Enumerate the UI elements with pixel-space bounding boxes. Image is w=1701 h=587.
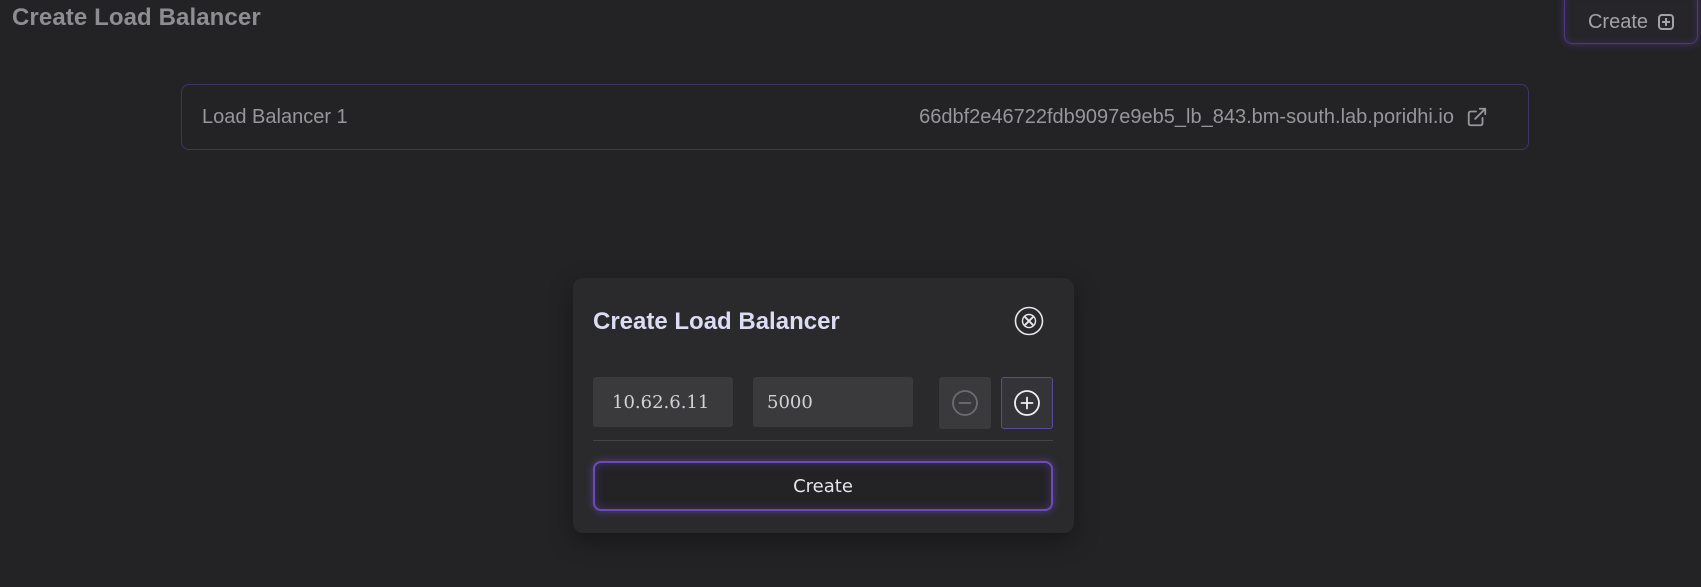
plus-circle-icon bbox=[1014, 390, 1040, 416]
external-link-icon bbox=[1467, 107, 1487, 127]
header-create-label: Create bbox=[1587, 10, 1649, 33]
header-create-button[interactable]: Create bbox=[1564, 0, 1698, 44]
modal-divider bbox=[593, 440, 1053, 441]
load-balancer-url-link[interactable]: 66dbf2e46722fdb9097e9eb5_lb_843.bm-south… bbox=[919, 106, 1508, 129]
load-balancer-item: Load Balancer 1 66dbf2e46722fdb9097e9eb5… bbox=[181, 84, 1529, 150]
load-balancer-name: Load Balancer 1 bbox=[202, 105, 348, 128]
ip-address-input[interactable] bbox=[593, 377, 733, 427]
close-circle-icon bbox=[1014, 306, 1044, 336]
create-load-balancer-modal: Create Load Balancer Create bbox=[573, 278, 1074, 533]
close-button[interactable] bbox=[1014, 306, 1044, 336]
minus-circle-icon bbox=[952, 390, 978, 416]
modal-title: Create Load Balancer bbox=[593, 308, 840, 335]
plus-square-icon bbox=[1658, 14, 1675, 30]
add-target-button[interactable] bbox=[1001, 377, 1053, 429]
page-title: Create Load Balancer bbox=[12, 4, 261, 31]
remove-target-button[interactable] bbox=[939, 377, 991, 429]
port-input[interactable] bbox=[753, 377, 913, 427]
load-balancer-url: 66dbf2e46722fdb9097e9eb5_lb_843.bm-south… bbox=[919, 105, 1454, 128]
modal-create-button[interactable]: Create bbox=[593, 461, 1053, 511]
